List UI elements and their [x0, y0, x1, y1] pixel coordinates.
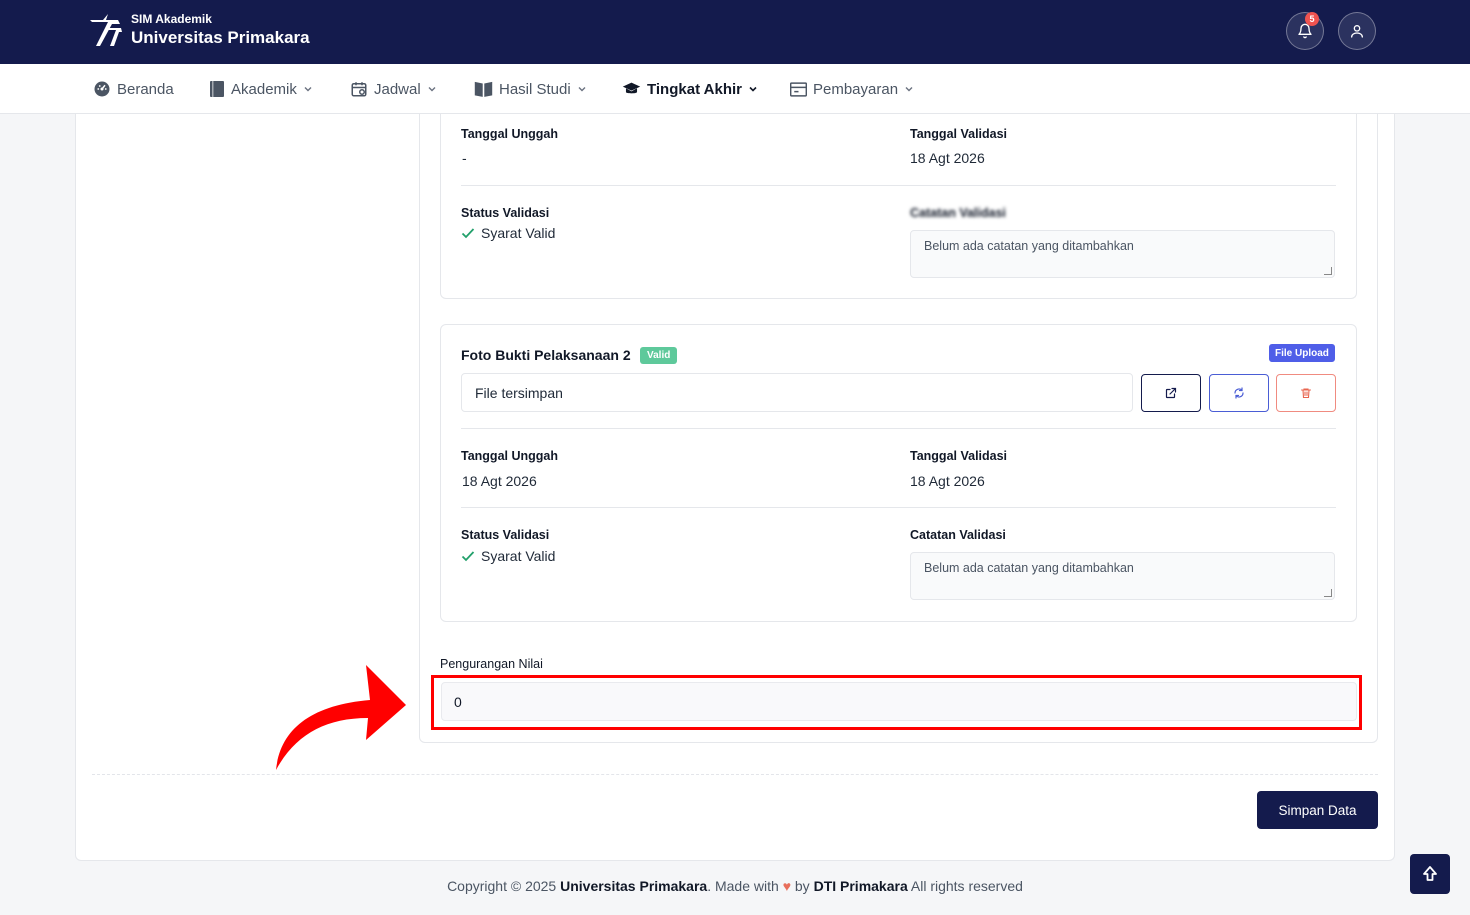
upload-date-value: -: [462, 150, 467, 166]
chevron-down-icon: [304, 87, 312, 92]
nav-label: Pembayaran: [813, 80, 899, 98]
user-icon: [1351, 25, 1363, 38]
calendar-icon: [351, 82, 367, 97]
nav-label: Beranda: [117, 80, 174, 98]
file-upload-badge: File Upload: [1269, 344, 1335, 362]
check-icon: [461, 228, 475, 239]
curved-arrow-icon: [276, 665, 406, 770]
university-logo-icon[interactable]: [86, 12, 124, 50]
note-placeholder: Belum ada catatan yang ditambahkan: [924, 239, 1134, 253]
highlight-box: [431, 675, 1362, 730]
validation-date-value: 18 Agt 2026: [910, 150, 985, 166]
graduation-cap-icon: [622, 82, 641, 94]
app-name: SIM Akademik: [131, 12, 212, 26]
nav-label: Akademik: [231, 80, 297, 98]
valid-badge: Valid: [640, 347, 678, 364]
trash-icon: [1300, 388, 1312, 399]
resize-handle-icon[interactable]: [1324, 267, 1332, 275]
chevron-down-icon: [749, 86, 757, 92]
status-text: Syarat Valid: [481, 225, 556, 241]
upload-date-value: 18 Agt 2026: [462, 473, 537, 489]
nav-label: Tingkat Akhir: [647, 80, 743, 98]
open-book-icon: [474, 81, 493, 97]
divider: [461, 185, 1336, 186]
document-title: Foto Bukti Pelaksanaan 2: [461, 347, 631, 363]
upload-date-label: Tanggal Unggah: [461, 127, 558, 141]
note-placeholder: Belum ada catatan yang ditambahkan: [924, 561, 1134, 575]
status-label: Status Validasi: [461, 206, 550, 220]
nav-item-pembayaran[interactable]: Pembayaran: [790, 64, 914, 114]
file-field[interactable]: File tersimpan: [461, 373, 1133, 412]
check-icon: [461, 551, 475, 562]
refresh-icon: [1234, 387, 1244, 399]
footer: Copyright © 2025 Universitas Primakara. …: [0, 878, 1470, 894]
footer-university: Universitas Primakara: [560, 878, 708, 894]
main-navigation: Beranda Akademik Jadwal Hasil Studi Ting…: [0, 64, 1470, 114]
delete-file-button[interactable]: [1276, 374, 1336, 412]
divider: [92, 774, 1378, 775]
nav-item-akademik[interactable]: Akademik: [209, 64, 313, 114]
validation-date-label: Tanggal Validasi: [910, 449, 1008, 463]
copyright-text: Copyright © 2025: [447, 878, 557, 894]
validation-status: Syarat Valid: [461, 548, 555, 564]
footer-org: DTI Primakara: [813, 878, 908, 894]
heart-icon: ♥: [782, 878, 791, 894]
save-button[interactable]: Simpan Data: [1257, 791, 1378, 829]
by-text: by: [794, 878, 810, 894]
validation-note-field[interactable]: Belum ada catatan yang ditambahkan: [910, 552, 1335, 600]
validation-date-label: Tanggal Validasi: [910, 127, 1008, 141]
scroll-to-top-button[interactable]: [1410, 854, 1450, 894]
rights-text: All rights reserved: [910, 878, 1023, 894]
arrow-up-icon: [1423, 866, 1437, 881]
status-label: Status Validasi: [461, 528, 550, 542]
upload-date-label: Tanggal Unggah: [461, 449, 558, 463]
open-file-button[interactable]: [1141, 374, 1201, 412]
made-with-text: . Made with: [707, 878, 779, 894]
top-bar: SIM Akademik Universitas Primakara 5: [0, 0, 1470, 64]
divider: [461, 428, 1336, 429]
nav-label: Hasil Studi: [499, 80, 571, 98]
notification-count-badge: 5: [1305, 12, 1319, 26]
file-field-value: File tersimpan: [475, 384, 563, 401]
validation-status: Syarat Valid: [461, 225, 555, 241]
note-label: Catatan Validasi: [910, 528, 1006, 542]
nav-item-tingkat-akhir[interactable]: Tingkat Akhir: [622, 64, 758, 114]
nav-label: Jadwal: [374, 80, 421, 98]
chevron-down-icon: [578, 87, 586, 92]
external-link-icon: [1165, 387, 1177, 399]
note-label: Catatan Validasi: [910, 206, 1006, 220]
university-name: Universitas Primakara: [131, 28, 310, 47]
chevron-down-icon: [905, 87, 913, 92]
replace-file-button[interactable]: [1209, 374, 1269, 412]
dashboard-icon: [94, 81, 110, 97]
resize-handle-icon[interactable]: [1324, 589, 1332, 597]
nav-item-hasil-studi[interactable]: Hasil Studi: [474, 64, 587, 114]
divider: [461, 507, 1336, 508]
validation-date-value: 18 Agt 2026: [910, 473, 985, 489]
validation-note-field[interactable]: Belum ada catatan yang ditambahkan: [910, 230, 1335, 278]
nav-item-jadwal[interactable]: Jadwal: [350, 64, 437, 114]
chevron-down-icon: [428, 87, 436, 92]
status-text: Syarat Valid: [481, 548, 556, 564]
payment-window-icon: [790, 81, 807, 97]
nav-item-beranda[interactable]: Beranda: [93, 64, 174, 114]
book-icon: [210, 81, 224, 97]
user-menu-button[interactable]: [1338, 12, 1376, 50]
deduction-label: Pengurangan Nilai: [440, 657, 543, 671]
